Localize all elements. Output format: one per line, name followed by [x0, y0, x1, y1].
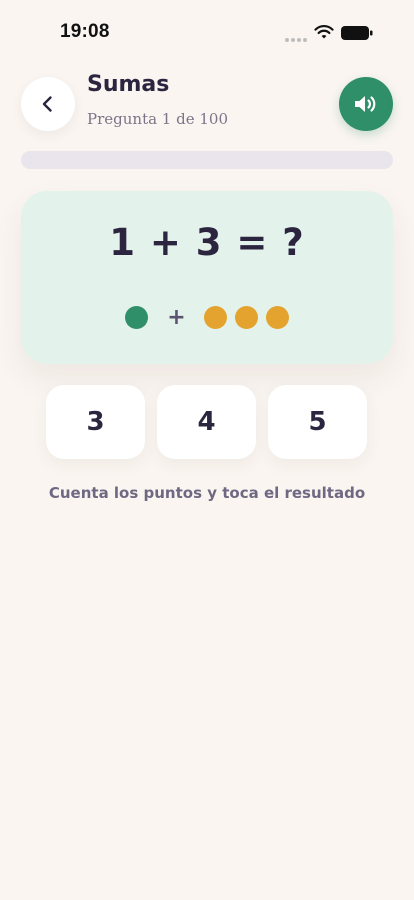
green-dot [125, 306, 149, 329]
back-button[interactable] [21, 77, 75, 131]
right-dots-group [203, 306, 289, 329]
answer-option-2[interactable]: 4 [157, 385, 256, 459]
orange-dot [265, 306, 289, 329]
left-dots-group [125, 306, 149, 329]
chevron-left-icon [42, 96, 52, 112]
equation-text: 1 + 3 = ? [109, 221, 305, 264]
dots-visual: + [21, 306, 393, 329]
sound-button[interactable] [339, 77, 393, 131]
page-title: Sumas [87, 72, 170, 97]
cellular-signal-icon [285, 38, 307, 42]
speaker-icon [355, 96, 376, 112]
answer-option-3[interactable]: 5 [268, 385, 367, 459]
status-time: 19:08 [60, 21, 110, 42]
orange-dot [234, 306, 258, 329]
app-screen: 19:08 Sumas Pregunta 1 de 100 1 + 3 = ? … [0, 0, 414, 900]
wifi-icon [314, 25, 334, 39]
instruction-hint: Cuenta los puntos y toca el resultado [48, 484, 366, 502]
progress-bar [21, 151, 393, 169]
plus-sign: + [167, 305, 186, 330]
answer-option-1[interactable]: 3 [46, 385, 145, 459]
battery-icon [341, 26, 373, 40]
question-card: 1 + 3 = ? + [21, 191, 393, 364]
question-counter: Pregunta 1 de 100 [87, 110, 228, 128]
status-bar: 19:08 [0, 0, 414, 60]
orange-dot [203, 306, 227, 329]
